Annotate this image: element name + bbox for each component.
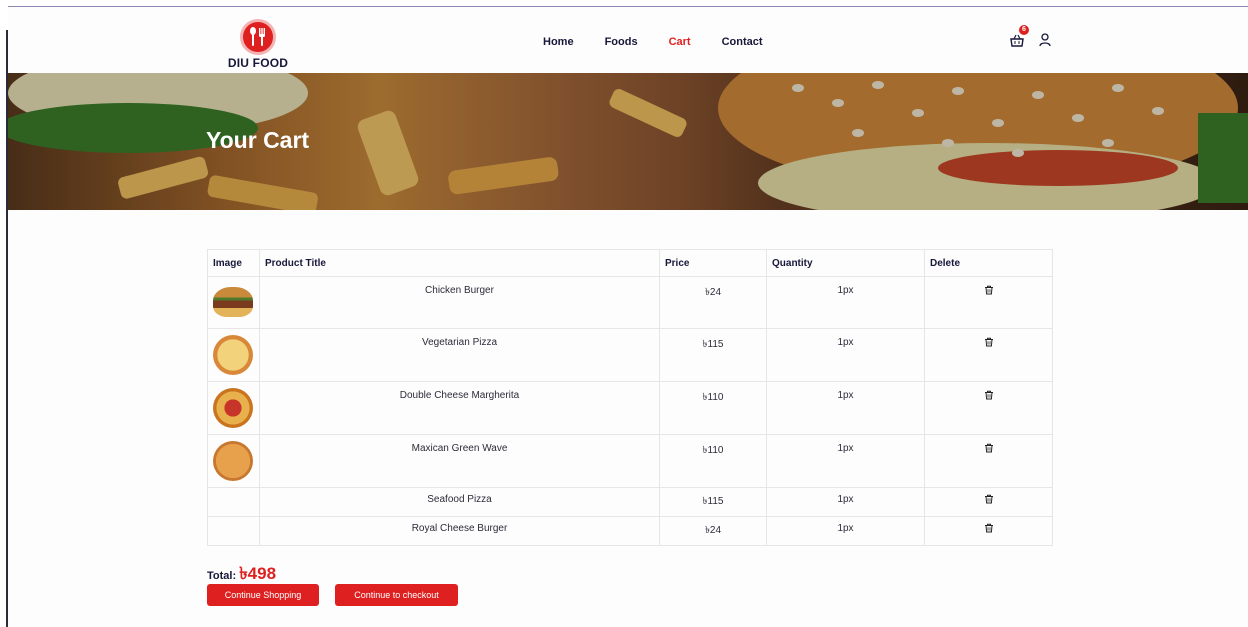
header-icons: 6 xyxy=(1010,25,1052,48)
cart-table: Image Product Title Price Quantity Delet… xyxy=(207,249,1053,546)
brand-name: DIU FOOD xyxy=(227,56,289,70)
product-price: ৳24 xyxy=(659,276,767,329)
product-quantity: 1px xyxy=(766,381,925,435)
product-quantity: 1px xyxy=(766,434,925,488)
product-image-cell xyxy=(207,434,260,488)
shopping-basket-icon[interactable]: 6 xyxy=(1010,25,1029,48)
product-quantity: 1px xyxy=(766,487,925,517)
trash-icon[interactable] xyxy=(984,443,994,453)
delete-cell xyxy=(924,487,1053,517)
browser-page: DIU FOOD Home Foods Cart Contact 6 Your … xyxy=(8,6,1248,627)
product-title: Maxican Green Wave xyxy=(259,434,660,488)
continue-shopping-button[interactable]: Continue Shopping xyxy=(207,584,319,606)
page-title: Your Cart xyxy=(206,127,310,153)
column-header-image: Image xyxy=(207,249,260,277)
column-header-price: Price xyxy=(659,249,767,277)
delete-cell xyxy=(924,276,1053,329)
trash-icon[interactable] xyxy=(984,523,994,533)
cart-count-badge: 6 xyxy=(1019,25,1029,35)
column-header-delete: Delete xyxy=(924,249,1053,277)
main-nav: Home Foods Cart Contact xyxy=(543,36,763,48)
table-row: Chicken Burger ৳24 1px xyxy=(207,276,1053,329)
product-price: ৳110 xyxy=(659,381,767,435)
product-price: ৳24 xyxy=(659,516,767,546)
product-image-cell xyxy=(207,328,260,382)
product-title: Chicken Burger xyxy=(259,276,660,329)
trash-icon[interactable] xyxy=(984,494,994,504)
table-row: Seafood Pizza ৳115 1px xyxy=(207,487,1053,517)
product-image xyxy=(213,287,253,317)
delete-cell xyxy=(924,434,1053,488)
hero-overlay xyxy=(8,73,1248,210)
table-header-row: Image Product Title Price Quantity Delet… xyxy=(207,249,1053,277)
total-value: ৳498 xyxy=(239,564,277,583)
product-image xyxy=(213,335,253,375)
product-image xyxy=(213,441,253,481)
product-title: Royal Cheese Burger xyxy=(259,516,660,546)
fork-spoon-icon xyxy=(240,19,276,55)
delete-cell xyxy=(924,516,1053,546)
trash-icon[interactable] xyxy=(984,337,994,347)
site-header: DIU FOOD Home Foods Cart Contact 6 xyxy=(8,7,1248,73)
product-image-cell xyxy=(207,487,260,517)
nav-item-home[interactable]: Home xyxy=(543,36,574,48)
nav-item-foods[interactable]: Foods xyxy=(605,36,638,48)
product-price: ৳115 xyxy=(659,328,767,382)
column-header-quantity: Quantity xyxy=(766,249,925,277)
product-price: ৳110 xyxy=(659,434,767,488)
total-label: Total: xyxy=(207,570,237,582)
product-title: Double Cheese Margherita xyxy=(259,381,660,435)
product-image-cell xyxy=(207,276,260,329)
delete-cell xyxy=(924,328,1053,382)
product-title: Seafood Pizza xyxy=(259,487,660,517)
product-image-cell xyxy=(207,381,260,435)
table-row: Vegetarian Pizza ৳115 1px xyxy=(207,328,1053,382)
nav-item-cart[interactable]: Cart xyxy=(669,36,691,48)
logo[interactable]: DIU FOOD xyxy=(218,19,298,70)
column-header-product-title: Product Title xyxy=(259,249,660,277)
product-image-cell xyxy=(207,516,260,546)
product-quantity: 1px xyxy=(766,328,925,382)
user-icon[interactable] xyxy=(1038,33,1052,47)
product-quantity: 1px xyxy=(766,276,925,329)
table-row: Royal Cheese Burger ৳24 1px xyxy=(207,516,1053,546)
trash-icon[interactable] xyxy=(984,390,994,400)
product-image xyxy=(213,388,253,428)
checkout-button[interactable]: Continue to checkout xyxy=(335,584,458,606)
delete-cell xyxy=(924,381,1053,435)
hero-banner: Your Cart xyxy=(8,73,1248,210)
product-quantity: 1px xyxy=(766,516,925,546)
table-row: Maxican Green Wave ৳110 1px xyxy=(207,434,1053,488)
trash-icon[interactable] xyxy=(984,285,994,295)
table-row: Double Cheese Margherita ৳110 1px xyxy=(207,381,1053,435)
product-title: Vegetarian Pizza xyxy=(259,328,660,382)
nav-item-contact[interactable]: Contact xyxy=(722,36,763,48)
product-price: ৳115 xyxy=(659,487,767,517)
